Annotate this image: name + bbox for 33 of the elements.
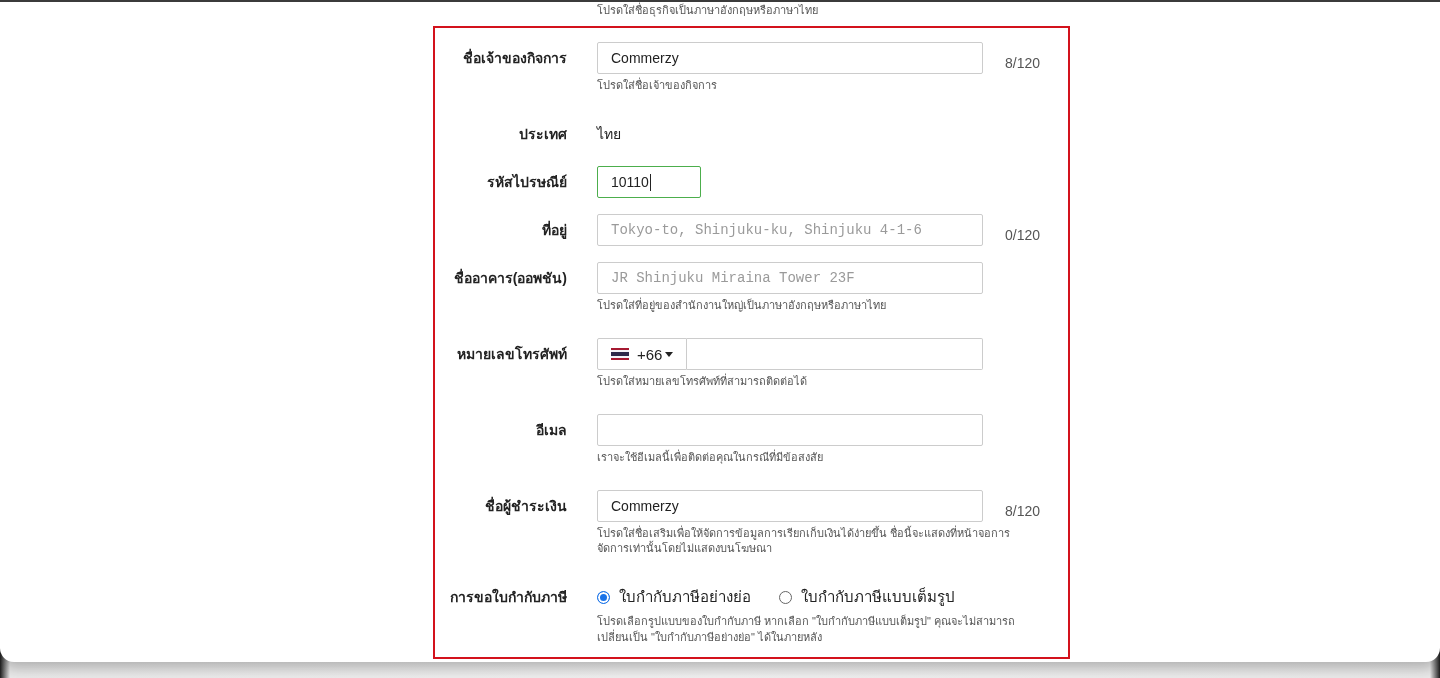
country-code-select[interactable]: +66 bbox=[597, 338, 687, 370]
help-text: เราจะใช้อีเมลนี้เพื่อติดต่อคุณในกรณีที่มีข้อสงสัย bbox=[597, 450, 823, 465]
radio-button[interactable] bbox=[779, 590, 792, 604]
field-label: รหัสไปรษณีย์ bbox=[487, 173, 567, 192]
help-text: โปรดใส่ที่อยู่ของสำนักงานใหญ่เป็นภาษาอังกฤษหรือภาษาไทย bbox=[597, 298, 886, 313]
caret-icon bbox=[665, 351, 674, 357]
field-label: การขอใบกำกับภาษี bbox=[450, 587, 567, 607]
text-input[interactable]: 10110 bbox=[597, 166, 701, 198]
character-counter: 0/120 bbox=[1005, 226, 1041, 245]
text-cursor bbox=[649, 173, 651, 191]
field-value: ไทย bbox=[597, 125, 621, 144]
radio-label[interactable]: ใบกำกับภาษีแบบเต็มรูป bbox=[801, 585, 955, 609]
help-text: โปรดใส่ชื่อเจ้าของกิจการ bbox=[597, 78, 717, 93]
field-label: อีเมล bbox=[536, 421, 567, 440]
text-input[interactable]: Commerzy bbox=[597, 42, 983, 74]
flag-icon bbox=[611, 348, 629, 360]
field-label: หมายเลขโทรศัพท์ bbox=[457, 344, 567, 364]
phone-input[interactable] bbox=[687, 338, 983, 370]
field-label: ชื่ออาคาร(ออพชัน) bbox=[453, 267, 567, 288]
field-label: ที่อยู่ bbox=[542, 219, 567, 241]
field-label: ชื่อเจ้าของกิจการ bbox=[463, 47, 567, 68]
help-text: โปรดใส่หมายเลขโทรศัพท์ที่สามารถติดต่อได้ bbox=[597, 374, 807, 389]
help-text: โปรดใส่ชื่อเสริมเพื่อให้จัดการข้อมูลการเรียกเก็บเงินได้ง่ายขึ้น ชื่อนี้จะแสดงที่หน้าจอการจัดการเท่านั้นโดยไม่แสดงบนโฆษณา bbox=[597, 526, 1012, 556]
field-label: ชื่อผู้ชำระเงิน bbox=[485, 495, 567, 517]
help-text: โปรดใส่ชื่อธุรกิจเป็นภาษาอังกฤษหรือภาษาไทย bbox=[597, 2, 818, 18]
character-counter: 8/120 bbox=[1005, 502, 1041, 521]
text-input[interactable] bbox=[597, 414, 983, 446]
text-input[interactable]: Commerzy bbox=[597, 490, 983, 522]
character-counter: 8/120 bbox=[1005, 54, 1041, 73]
radio-button[interactable] bbox=[597, 590, 610, 604]
radio-label[interactable]: ใบกำกับภาษีอย่างย่อ bbox=[619, 585, 751, 609]
field-label: ประเทศ bbox=[519, 125, 567, 144]
help-text: โปรดเลือกรูปแบบของใบกำกับภาษี หากเลือก "ใบกำกับภาษีแบบเต็มรูป" คุณจะไม่สามารถเปลี่ยนเป็น "ใบกำกับภาษีอย่างย่อ" ได้ในภายหลัง bbox=[597, 613, 1016, 645]
